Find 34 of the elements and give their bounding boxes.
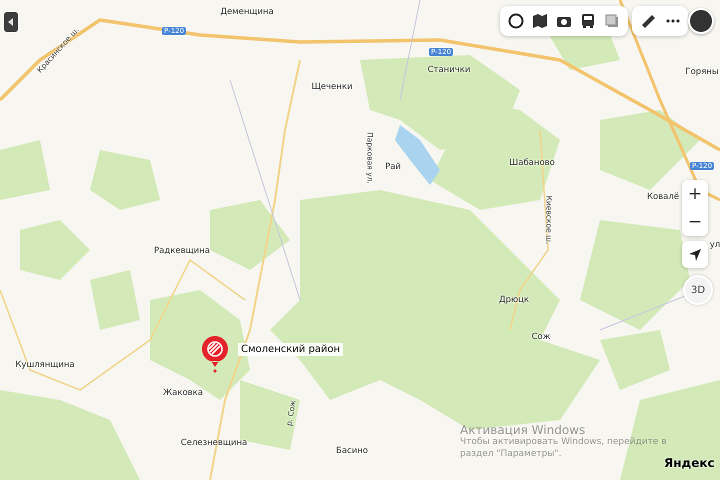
collapse-button[interactable]	[4, 12, 18, 32]
activation-text: Чтобы активировать Windows, перейдите в раздел "Параметры".	[460, 437, 667, 459]
zoom-out-button[interactable]: −	[682, 208, 708, 236]
place-label: Щеченки	[312, 82, 352, 92]
place-label: Рай	[385, 162, 401, 172]
place-label: Шабаново	[509, 158, 555, 168]
arrow-icon	[688, 248, 702, 262]
place-label: Басино	[336, 446, 368, 456]
place-label: Селезневщина	[180, 438, 248, 448]
location-button[interactable]	[682, 241, 708, 268]
zoom-in-button[interactable]: +	[682, 180, 708, 208]
place-label: Жаковка	[162, 388, 204, 398]
layers-icon[interactable]	[604, 13, 620, 29]
map-logo: Яндекс	[664, 456, 715, 470]
place-label: Кушлянщина	[15, 360, 75, 370]
place-label: Радкевщина	[154, 246, 210, 256]
place-label: Станички	[428, 65, 470, 75]
caret-icon	[8, 18, 14, 26]
place-label: Сож	[532, 332, 550, 342]
place-label: Горяны	[685, 67, 719, 77]
place-label: Деменщина	[220, 7, 274, 17]
compass-button[interactable]: 3D	[683, 275, 713, 305]
more-icon[interactable]	[666, 19, 680, 23]
place-label: Ковалё	[646, 192, 680, 202]
pin-label: Смоленский район	[238, 343, 344, 356]
avatar-button[interactable]	[688, 8, 714, 34]
map-pin-icon[interactable]	[201, 335, 229, 373]
ruler-icon[interactable]	[640, 13, 656, 29]
map-book-icon[interactable]	[532, 13, 548, 29]
place-label: ул	[710, 240, 720, 250]
place-label: Дрюцк	[498, 295, 530, 305]
activation-title: Активация Windows	[460, 423, 586, 437]
circle-icon[interactable]	[508, 13, 524, 29]
bus-icon[interactable]	[580, 13, 596, 29]
